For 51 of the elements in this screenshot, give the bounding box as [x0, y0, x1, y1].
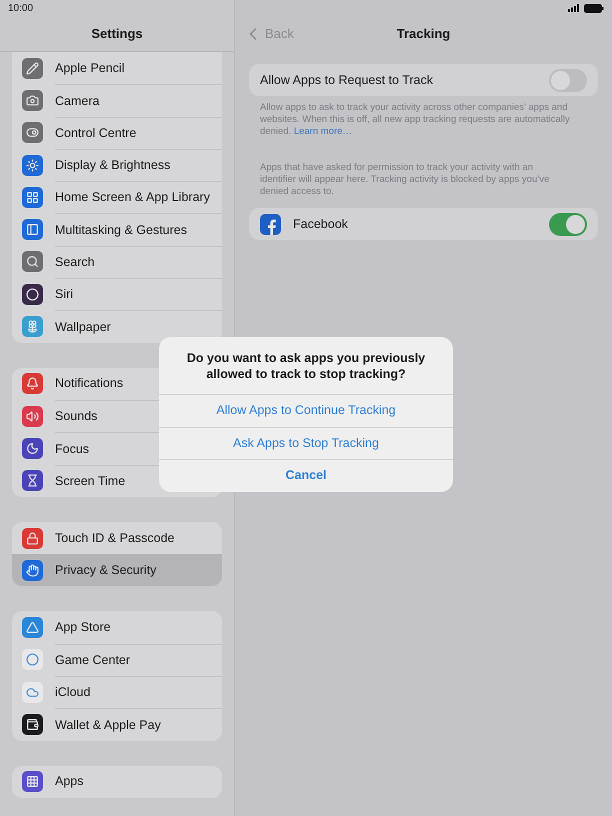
sidebar-item[interactable]: Multitasking & Gestures — [12, 213, 222, 246]
item-label: Siri — [55, 286, 74, 304]
item-label: App Store — [55, 619, 111, 636]
app-label: Facebook — [293, 216, 349, 233]
row-label: Allow Apps to Request to Track — [260, 72, 434, 89]
sidebar-item[interactable]: Apple Pencil — [12, 52, 222, 84]
item-label: Sounds — [55, 408, 98, 426]
item-label: Home Screen & App Library — [55, 189, 210, 206]
toggle-switch[interactable] — [549, 212, 587, 236]
battery-icon — [584, 4, 604, 12]
toggle-switch[interactable] — [549, 68, 587, 92]
item-label: Camera — [55, 92, 100, 110]
item-label: Control Centre — [55, 124, 136, 142]
sidebar-item[interactable]: Control Centre — [12, 116, 222, 149]
sidebar-item[interactable]: Display & Brightness — [12, 148, 222, 182]
dialog-button[interactable]: Cancel — [159, 459, 453, 492]
dialog-title: Do you want to ask apps you previously allowed to track to stop tracking? — [186, 350, 426, 383]
dialog-button[interactable]: Allow Apps to Continue Tracking — [159, 394, 453, 426]
dialog-button[interactable]: Ask Apps to Stop Tracking — [159, 426, 453, 459]
sidebar-item[interactable]: Game Center — [12, 644, 222, 676]
item-label: Wallpaper — [55, 318, 111, 336]
item-label: iCloud — [55, 684, 90, 702]
sidebar-item[interactable]: Siri — [12, 278, 222, 310]
sidebar-item[interactable]: iCloud — [12, 676, 222, 708]
item-label: Focus — [55, 440, 90, 458]
sidebar-item[interactable]: Touch ID & Passcode — [12, 522, 222, 554]
item-label: Display & Brightness — [55, 157, 170, 174]
sidebar-item[interactable]: Camera — [12, 84, 222, 117]
status-time: 10:00 — [8, 2, 34, 16]
f-logo-icon — [260, 214, 281, 234]
sidebar-item[interactable]: Privacy & Security — [12, 554, 222, 586]
sidebar-item[interactable]: Wallet & Apple Pay — [12, 708, 222, 741]
page-title: Tracking — [396, 25, 450, 44]
sidebar-item[interactable]: Apps — [12, 766, 222, 798]
item-label: Wallet & Apple Pay — [55, 716, 161, 734]
item-label: Touch ID & Passcode — [55, 530, 175, 547]
item-label: Privacy & Security — [55, 562, 156, 579]
item-label: Apps — [55, 773, 84, 790]
item-label: Search — [55, 254, 95, 272]
sidebar-title: Settings — [91, 24, 143, 43]
sidebar-item[interactable]: Search — [12, 246, 222, 278]
item-label: Apple Pencil — [55, 60, 124, 77]
footer-text: Allow apps to ask to track your activity across other companies’ apps and websites. When this is off, all new app tracking requests are automatically denied. Learn more… — [259, 101, 571, 138]
item-label: Screen Time — [55, 472, 126, 490]
section-header-text: Apps that have asked for permission to track your activity with an identifier will appear here. Tracking activity is blocked by apps you’ve denied access to. — [259, 161, 550, 199]
sidebar-item[interactable]: App Store — [12, 611, 222, 644]
item-label: Game Center — [55, 652, 130, 670]
item-label: Multitasking & Gestures — [55, 222, 187, 239]
signal-icon — [568, 4, 580, 12]
sidebar-item[interactable]: Home Screen & App Library — [12, 181, 222, 214]
item-label: Notifications — [55, 375, 124, 392]
